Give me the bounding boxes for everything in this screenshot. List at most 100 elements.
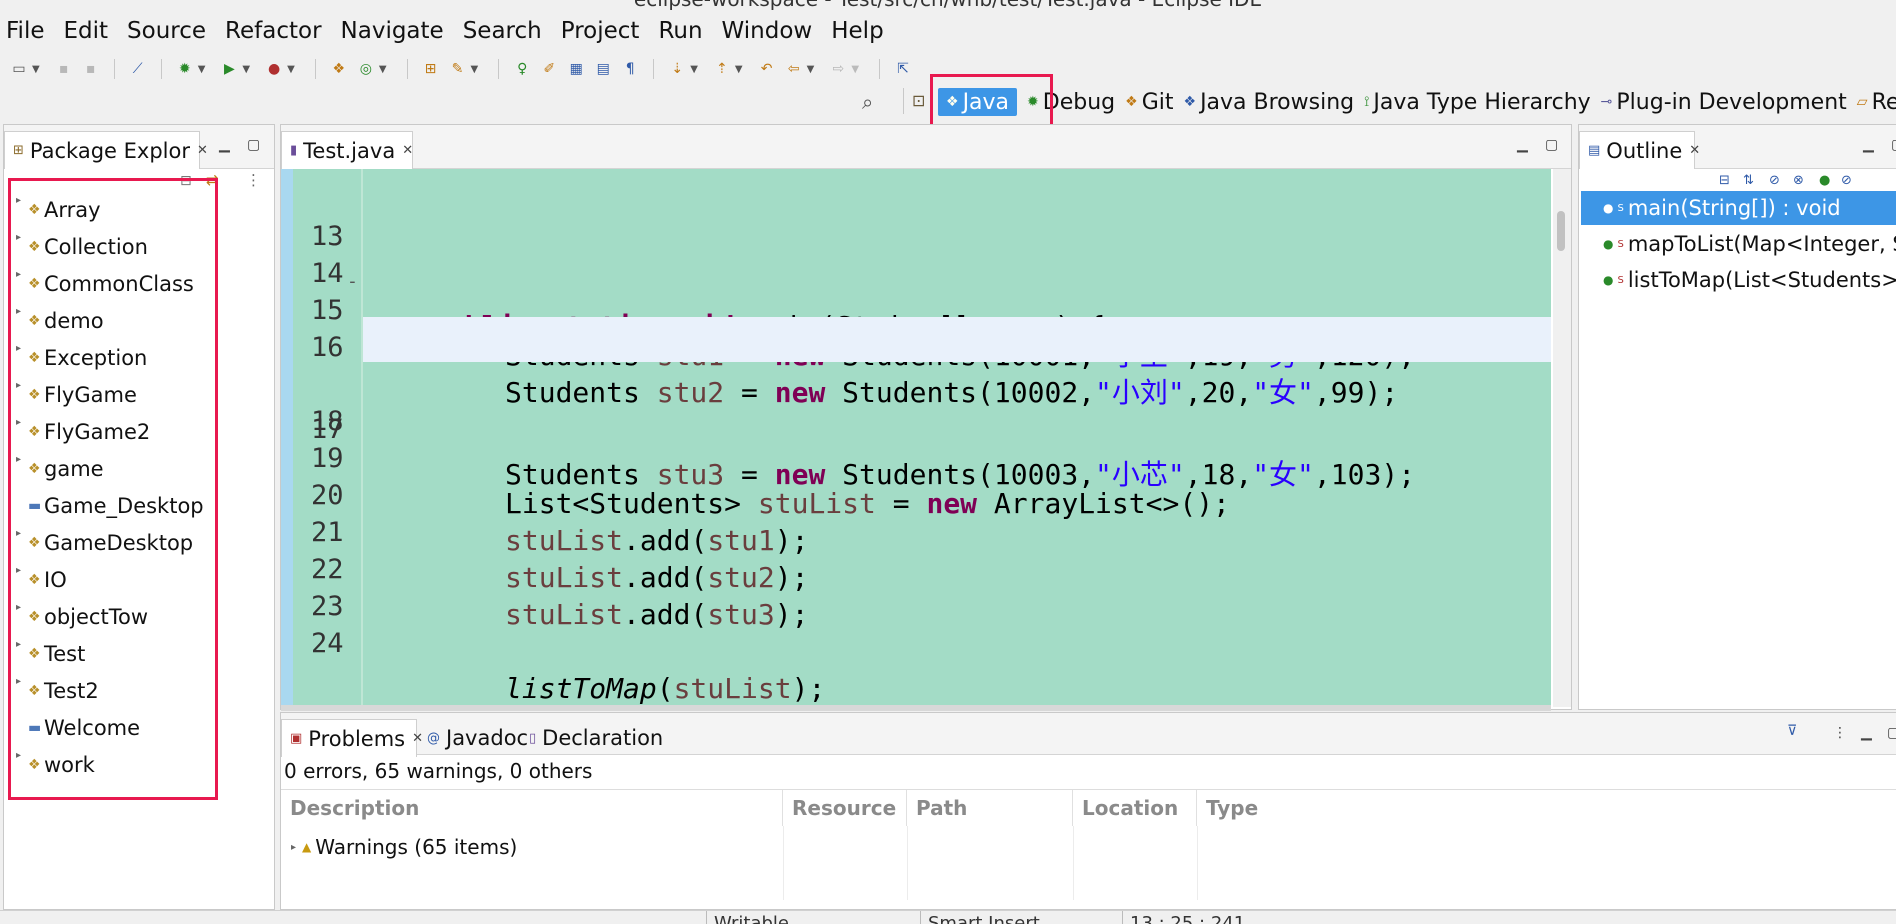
code-line[interactable]: 24 listToMap(stuList); [281,576,1551,705]
open-perspective-icon[interactable]: ⊡ [912,91,925,110]
maximize-icon[interactable]: ▢ [247,137,260,153]
toggle-mark-occurrences-icon[interactable]: ♀ [513,60,531,78]
menu-navigate[interactable]: Navigate [341,18,444,44]
editor-horizontal-scrollbar[interactable] [281,705,1551,711]
minimize-icon[interactable]: ▁ [1863,137,1874,153]
status-bar: Writable Smart Insert 13 : 25 : 241 [0,910,1896,924]
debug-icon[interactable]: ✹ [176,60,194,78]
maximize-icon[interactable]: ▢ [1887,725,1896,741]
menu-search[interactable]: Search [463,18,542,44]
column-location[interactable]: Location [1073,790,1197,826]
java-browsing-icon: ❖ [1183,94,1197,110]
maximize-icon[interactable]: ▢ [1891,137,1896,153]
tab-outline[interactable]: ▤ Outline ✕ [1579,131,1700,169]
hide-nonpublic-icon[interactable]: ● [1819,173,1830,188]
perspective-java-type-hierarchy[interactable]: ⟟ Java Type Hierarchy [1364,90,1591,115]
skip-breakpoints-icon[interactable]: ⟋ [129,60,147,78]
close-icon[interactable]: ✕ [402,143,413,158]
method-icon: ● [1603,201,1614,215]
outline-item-listtomap[interactable]: ●SlistToMap(List<Students>) : vo [1603,263,1896,297]
column-resource[interactable]: Resource [783,790,907,826]
collapse-all-icon[interactable]: ⊟ [1719,173,1730,188]
forward-icon[interactable]: ⇨ [829,60,847,78]
code-editor[interactable]: 13 - public static void main(String[] ar… [281,169,1551,707]
debug-dropdown-icon[interactable]: ▼ [198,64,206,75]
hide-static-icon[interactable]: ⊗ [1793,173,1804,188]
menu-refactor[interactable]: Refactor [225,18,321,44]
menu-window[interactable]: Window [722,18,813,44]
editor-tabbar: ▮ Test.java ✕ ▁ ▢ [281,125,1571,169]
pilcrow-icon[interactable]: ¶ [621,60,639,78]
tab-test-java[interactable]: ▮ Test.java ✕ [281,131,413,169]
search-icon[interactable]: ⌕ [862,90,873,114]
project-list-highlight [8,178,218,800]
menu-file[interactable]: File [6,18,45,44]
close-icon[interactable]: ✕ [197,143,208,158]
previous-annotation-icon[interactable]: ⇡ [713,60,731,78]
new-class-dropdown-icon[interactable]: ▼ [379,64,387,75]
toggle-highlight-icon[interactable]: ✐ [540,60,558,78]
new-java-project-icon[interactable]: ❖ [330,60,348,78]
open-task-icon[interactable]: ✎ [449,60,467,78]
coverage-icon[interactable]: ● [265,60,283,78]
column-description[interactable]: Description [281,790,783,826]
forward-dropdown-icon[interactable]: ▼ [851,64,859,75]
close-icon[interactable]: ✕ [1689,143,1700,158]
perspective-plugin-development[interactable]: ⊸ Plug-in Development [1601,90,1847,115]
run-dropdown-icon[interactable]: ▼ [242,64,250,75]
perspective-resource[interactable]: ▱Resource [1857,90,1896,115]
expand-icon[interactable]: ▸ [291,842,296,853]
perspective-git[interactable]: ❖ Git [1125,90,1173,115]
column-type[interactable]: Type [1197,790,1397,826]
tab-problems[interactable]: ▣ Problems ✕ [281,719,423,757]
hide-fields-icon[interactable]: ⊘ [1769,173,1780,188]
menu-help[interactable]: Help [831,18,883,44]
outline-panel: ▤ Outline ✕ ▁ ▢ ⊟ ⇅ ⊘ ⊗ ● ⊘ ●Smain(Strin… [1578,124,1896,710]
menu-run[interactable]: Run [658,18,702,44]
table-row-warnings[interactable]: ▸ ▲ Warnings (65 items) [291,830,517,864]
sort-icon[interactable]: ⇅ [1743,173,1754,188]
coverage-dropdown-icon[interactable]: ▼ [287,64,295,75]
hide-local-types-icon[interactable]: ⊘ [1841,173,1852,188]
problems-icon: ▣ [290,731,303,746]
menu-edit[interactable]: Edit [64,18,109,44]
maximize-icon[interactable]: ▢ [1545,137,1558,153]
previous-annotation-dropdown-icon[interactable]: ▼ [735,64,743,75]
minimize-icon[interactable]: ▁ [219,137,230,153]
view-menu-icon[interactable]: ⋮ [246,171,261,189]
next-annotation-icon[interactable]: ⇣ [668,60,686,78]
column-path[interactable]: Path [907,790,1073,826]
editor-vertical-scrollbar[interactable] [1553,169,1571,707]
open-type-icon[interactable]: ⊞ [422,60,440,78]
open-task-dropdown-icon[interactable]: ▼ [471,64,479,75]
save-icon[interactable]: ▪ [55,60,73,78]
problems-summary: 0 errors, 65 warnings, 0 others [284,759,593,783]
status-cursor-position: 13 : 25 : 241 [1130,913,1246,924]
show-whitespace-icon[interactable]: ▤ [594,60,612,78]
minimize-icon[interactable]: ▁ [1861,725,1872,741]
menu-project[interactable]: Project [561,18,640,44]
new-icon[interactable]: ▭ [10,60,28,78]
back-dropdown-icon[interactable]: ▼ [807,64,815,75]
new-java-class-icon[interactable]: ◎ [357,60,375,78]
toggle-block-selection-icon[interactable]: ▦ [567,60,585,78]
last-edit-location-icon[interactable]: ↶ [758,60,776,78]
new-dropdown-icon[interactable]: ▼ [32,64,40,75]
status-insert-mode[interactable]: Smart Insert [928,911,1040,924]
save-all-icon[interactable]: ▪ [82,60,100,78]
next-annotation-dropdown-icon[interactable]: ▼ [690,64,698,75]
tab-declaration[interactable]: ▯ Declaration [521,719,663,757]
pin-editor-icon[interactable]: ⇱ [894,60,912,78]
run-icon[interactable]: ▶ [220,60,238,78]
perspective-java-browsing[interactable]: ❖ Java Browsing [1184,90,1355,115]
menu-source[interactable]: Source [127,18,206,44]
back-icon[interactable]: ⇦ [785,60,803,78]
tab-javadoc[interactable]: @ Javadoc [419,719,528,757]
minimize-icon[interactable]: ▁ [1517,137,1528,153]
tab-package-explorer[interactable]: ⊞ Package Explor ✕ [4,131,208,169]
outline-item-maptolist[interactable]: ●SmapToList(Map<Integer, Stud [1603,227,1896,261]
view-menu-icon[interactable]: ⋮ [1833,725,1847,741]
scrollbar-thumb[interactable] [1557,211,1565,251]
outline-item-main[interactable]: ● Smain(String[]) : void [1581,191,1896,225]
filter-icon[interactable]: ⊽ [1787,723,1797,739]
